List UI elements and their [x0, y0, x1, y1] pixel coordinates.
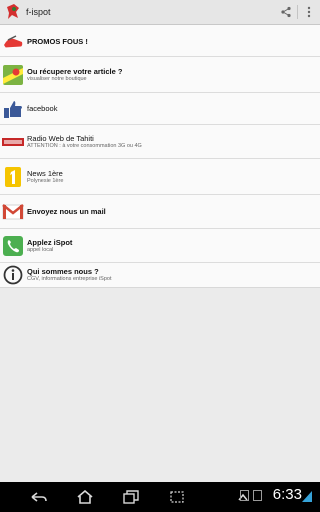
system-navigation-bar: 6:33 — [0, 482, 320, 512]
promo-shoe-icon — [2, 31, 24, 53]
back-button[interactable] — [28, 486, 50, 508]
list-item-radio[interactable]: Radio Web de Tahiti ATTENTION : à votre … — [0, 125, 320, 159]
notification-icon — [240, 490, 249, 501]
recent-apps-button[interactable] — [120, 486, 142, 508]
app-title: f-ispot — [26, 7, 51, 17]
screenshot-button[interactable] — [166, 486, 188, 508]
list-item-title: Applez iSpot — [27, 237, 73, 247]
list-item-title: Ou récupere votre article ? — [27, 66, 123, 76]
news-1ere-icon — [2, 166, 24, 188]
gmail-icon — [2, 201, 24, 223]
list-item-promos[interactable]: PROMOS FOUS ! — [0, 27, 320, 57]
list-item-facebook[interactable]: facebook — [0, 93, 320, 125]
info-icon — [2, 264, 24, 286]
overflow-menu-icon[interactable] — [298, 1, 320, 23]
list-item-store-location[interactable]: Ou récupere votre article ? visualiser n… — [0, 57, 320, 93]
signal-icon — [302, 491, 312, 502]
share-icon[interactable] — [275, 1, 297, 23]
list-item-subtitle: ATTENTION : à votre consommation 3G ou 4… — [27, 142, 142, 149]
clock: 6:33 — [272, 486, 302, 503]
list-item-title: News 1ère — [27, 168, 63, 178]
list-item-subtitle: visualiser notre boutique — [27, 75, 87, 82]
list-item-title: Envoyez nous un mail — [27, 207, 106, 216]
radio-logo-icon — [2, 131, 24, 153]
list-item-news[interactable]: News 1ère Polynesie 1ère — [0, 159, 320, 195]
action-bar: f-ispot — [0, 0, 320, 25]
download-icon — [253, 490, 262, 501]
thumbs-up-icon — [2, 98, 24, 120]
list-item-title: PROMOS FOUS ! — [27, 37, 88, 46]
home-button[interactable] — [74, 486, 96, 508]
list-item-subtitle: CGV, informations entreprise iSpot — [27, 276, 112, 282]
app-logo-icon — [4, 3, 22, 21]
list-item-title: Radio Web de Tahiti — [27, 133, 94, 143]
list-item-about[interactable]: Qui sommes nous ? CGV, informations entr… — [0, 263, 320, 287]
list-item-title: Qui sommes nous ? — [27, 267, 99, 276]
list-item-email[interactable]: Envoyez nous un mail — [0, 195, 320, 229]
status-icons — [240, 490, 262, 501]
phone-icon — [2, 235, 24, 257]
menu-list: PROMOS FOUS ! Ou récupere votre article … — [0, 25, 320, 288]
maps-icon — [2, 64, 24, 86]
list-item-subtitle: appel local — [27, 246, 54, 253]
list-item-subtitle: Polynesie 1ère — [27, 177, 64, 184]
list-item-title: facebook — [27, 104, 58, 113]
list-item-call[interactable]: Applez iSpot appel local — [0, 229, 320, 263]
